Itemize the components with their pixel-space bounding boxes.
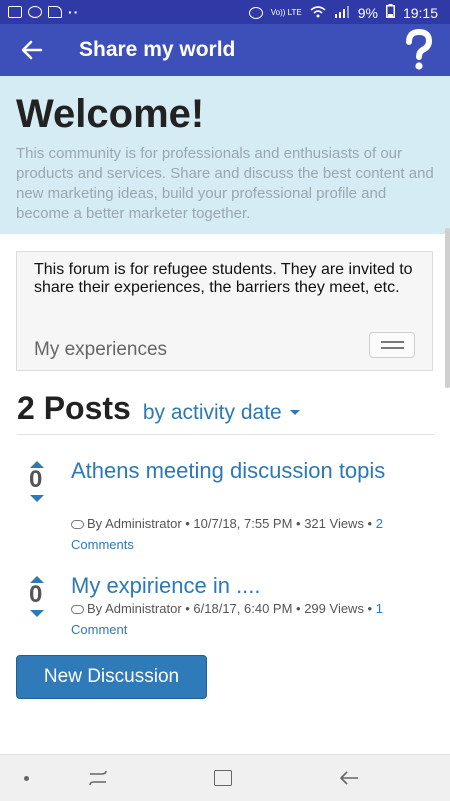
menu-line-icon	[381, 341, 404, 343]
category-card: This forum is for refugee students. They…	[16, 251, 433, 371]
post-title[interactable]: My expirience in ....	[71, 571, 431, 601]
download-notification-icon	[48, 6, 62, 18]
post-meta: By Administrator • 10/7/18, 7:55 PM • 32…	[71, 513, 431, 555]
post-title[interactable]: Athens meeting discussion topis	[71, 456, 431, 486]
nav-back-icon[interactable]	[338, 768, 360, 788]
category-menu-button[interactable]	[369, 332, 415, 358]
wifi-icon	[310, 5, 326, 21]
downvote-icon[interactable]	[30, 610, 44, 617]
vote-count: 0	[29, 466, 43, 493]
sort-label: by activity date	[142, 401, 282, 424]
vote-count: 0	[29, 581, 43, 608]
comment-icon	[71, 605, 84, 614]
scrollbar[interactable]	[445, 228, 450, 388]
post-meta: By Administrator • 6/18/17, 6:40 PM • 29…	[71, 598, 431, 640]
community-description: This community is for professionals and …	[16, 145, 434, 222]
post-meta-text: By Administrator • 6/18/17, 6:40 PM • 29…	[87, 601, 376, 616]
category-description: This forum is for refugee students. They…	[34, 261, 413, 296]
battery-percent: 9%	[357, 4, 378, 21]
welcome-banner: Welcome! This community is for professio…	[0, 76, 450, 234]
sort-dropdown[interactable]: by activity date	[143, 401, 300, 425]
divider	[17, 434, 434, 435]
category-name[interactable]: My experiences	[34, 339, 167, 361]
caret-down-icon	[289, 410, 300, 415]
welcome-heading: Welcome!	[16, 92, 205, 136]
posts-count: 2 Posts	[17, 390, 131, 426]
post-meta-text: By Administrator • 10/7/18, 7:55 PM • 32…	[87, 516, 376, 531]
notification-icons: ··	[8, 4, 79, 20]
recents-icon[interactable]	[87, 768, 109, 788]
android-nav-bar	[0, 754, 450, 801]
carrier-indicator: Vo)) LTE	[270, 7, 302, 17]
help-icon[interactable]	[404, 28, 434, 71]
battery-icon	[385, 4, 395, 21]
home-icon[interactable]	[214, 770, 232, 786]
gallery-notification-icon	[8, 6, 22, 18]
clock: 19:15	[402, 4, 438, 21]
downvote-icon[interactable]	[30, 495, 44, 502]
new-discussion-button[interactable]: New Discussion	[16, 655, 207, 699]
alarm-icon	[248, 6, 263, 19]
nav-dot-icon	[24, 776, 29, 781]
back-arrow-icon[interactable]	[18, 36, 46, 64]
app-bar-title: Share my world	[79, 38, 236, 61]
posts-header: 2 Posts by activity date	[17, 390, 300, 427]
comment-icon	[71, 520, 84, 529]
menu-line-icon	[381, 347, 404, 349]
whatsapp-notification-icon	[28, 6, 42, 18]
status-bar: ·· Vo)) LTE 9% 19:15	[0, 0, 450, 24]
system-status: Vo)) LTE 9% 19:15	[248, 4, 438, 21]
signal-icon	[334, 5, 350, 21]
app-bar: Share my world	[0, 24, 450, 76]
more-notifications-icon: ··	[68, 4, 80, 20]
